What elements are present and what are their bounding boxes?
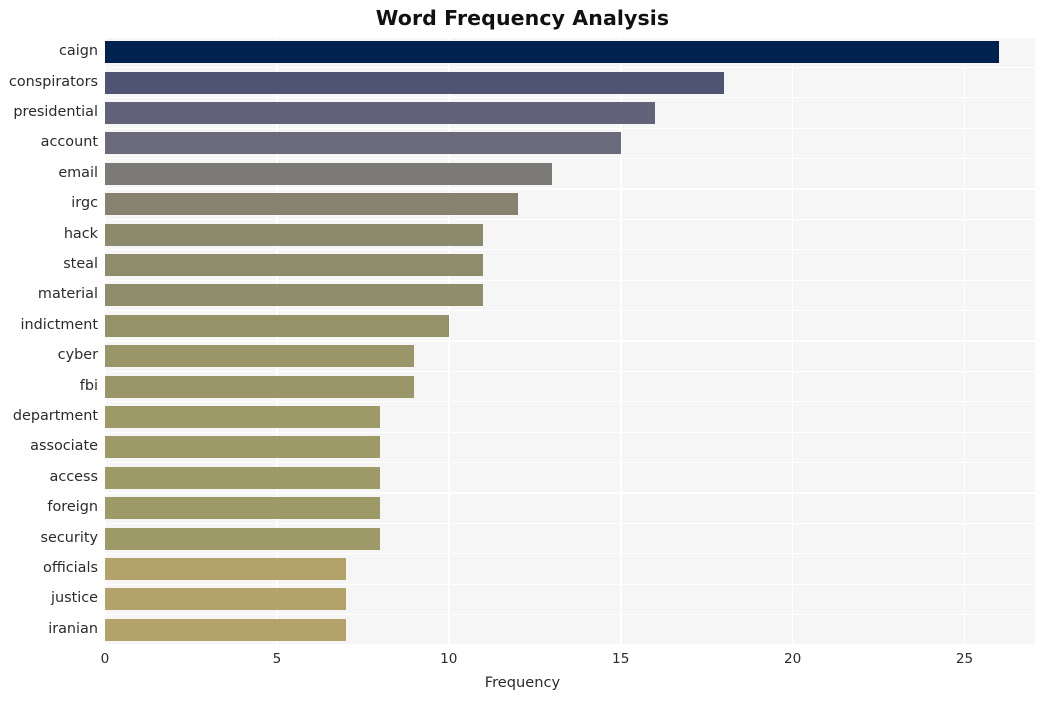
bar [105, 618, 346, 641]
y-gridline [105, 97, 1035, 99]
y-gridline [105, 613, 1035, 616]
y-gridline [105, 522, 1035, 525]
y-gridline [105, 157, 1035, 160]
y-tick-label: caign [59, 43, 98, 60]
x-tick-label: 15 [612, 651, 630, 667]
bar [105, 102, 656, 124]
y-tick-label: conspirators [8, 73, 98, 90]
bar [105, 193, 518, 216]
chart-title: Word Frequency Analysis [375, 6, 670, 30]
bar [105, 162, 552, 185]
y-gridline [105, 431, 1035, 433]
y-tick-label: hack [63, 225, 98, 242]
x-tick-label: 0 [100, 651, 110, 667]
bar [105, 254, 484, 276]
y-tick-label: foreign [47, 499, 98, 516]
x-tick-label: 10 [440, 651, 458, 667]
y-tick-label: officials [43, 560, 98, 576]
plot-area [105, 37, 1035, 645]
bar [105, 132, 621, 155]
y-tick-label: fbi [79, 377, 98, 394]
chart-figure: Word Frequency Analysis caign conspirator… [0, 0, 1045, 701]
x-tick-label: 25 [955, 651, 974, 667]
bar [105, 497, 381, 520]
bar [105, 466, 381, 489]
y-tick-label: cyber [57, 347, 98, 364]
y-gridline [105, 370, 1035, 373]
y-gridline [105, 461, 1035, 464]
y-tick-label: email [58, 164, 98, 181]
y-gridline [105, 553, 1035, 555]
y-gridline [105, 492, 1035, 494]
y-gridline [105, 279, 1035, 281]
y-gridline [105, 249, 1035, 251]
y-gridline [105, 309, 1035, 312]
y-tick-label: material [37, 286, 98, 303]
y-tick-label: steal [63, 256, 98, 272]
y-tick-label: iranian [48, 620, 98, 637]
bar [105, 406, 381, 428]
y-tick-label: account [40, 134, 98, 151]
x-tick-label: 20 [783, 651, 802, 667]
y-gridline [105, 644, 1035, 645]
y-tick-label: security [40, 529, 98, 546]
y-tick-label: department [12, 408, 98, 424]
y-gridline [105, 188, 1035, 190]
bar [105, 588, 346, 611]
y-gridline [105, 66, 1035, 69]
bar [105, 527, 381, 550]
y-gridline [105, 340, 1035, 342]
bar [105, 284, 484, 307]
y-gridline [105, 218, 1035, 221]
y-tick-label: justice [50, 590, 98, 607]
y-tick-label: presidential [13, 104, 98, 120]
y-tick-label: access [49, 468, 99, 485]
bar [105, 41, 999, 64]
y-tick-label: associate [30, 438, 98, 455]
x-tick-label: 5 [272, 651, 282, 667]
bar [105, 71, 724, 94]
bar [105, 314, 449, 337]
y-tick-label: irgc [71, 195, 98, 212]
bar [105, 375, 415, 398]
bar [105, 223, 484, 246]
y-tick-label: indictment [20, 316, 98, 333]
x-axis-label: Frequency [484, 674, 561, 691]
y-gridline [105, 583, 1035, 585]
bar [105, 436, 381, 459]
bar [105, 558, 346, 580]
y-gridline [105, 401, 1035, 403]
bar [105, 345, 415, 368]
y-gridline [105, 127, 1035, 129]
y-gridline [105, 37, 1035, 38]
